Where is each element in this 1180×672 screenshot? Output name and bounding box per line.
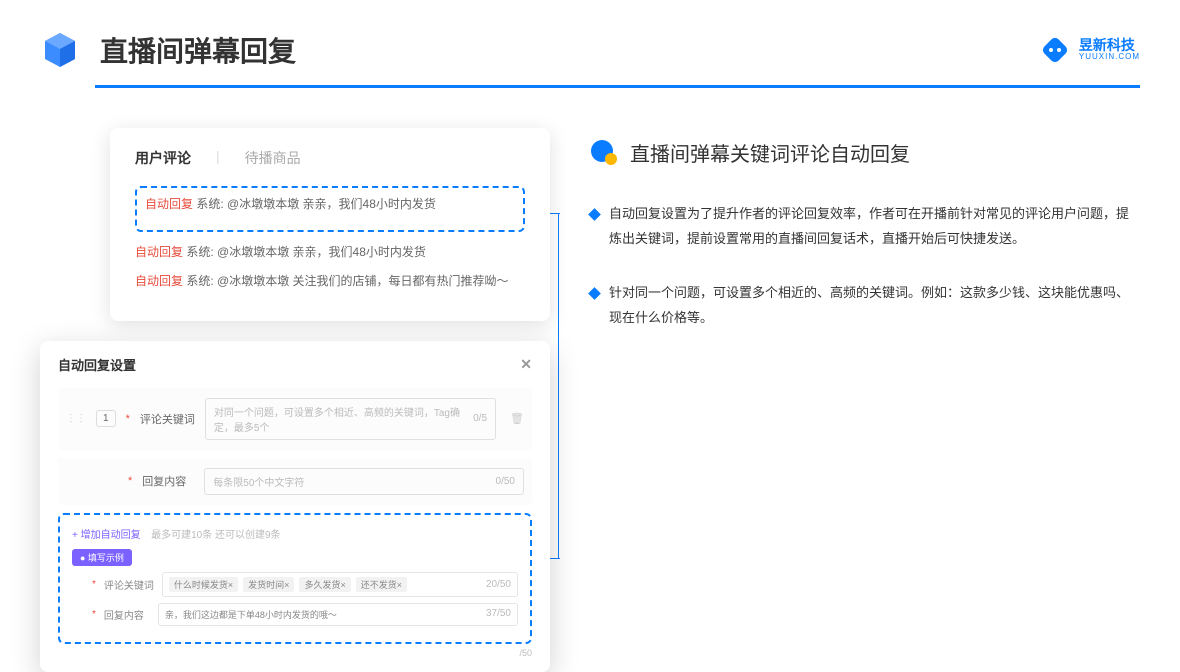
char-count: 20/50	[486, 579, 511, 590]
field-label: 回复内容	[104, 607, 150, 622]
trash-icon[interactable]: 🗑	[510, 412, 524, 425]
logo-cn: 昱新科技	[1079, 38, 1140, 53]
add-reply-link[interactable]: + 增加自动回复	[72, 530, 141, 541]
sub-header: 直播间弹幕关键词评论自动回复	[590, 138, 1140, 167]
tab-products[interactable]: 待播商品	[245, 148, 301, 168]
brand-logo: 昱新科技 YUUXIN.COM	[1039, 34, 1140, 66]
tab-separator: |	[216, 148, 220, 168]
example-row: * 回复内容 亲，我们这边都是下单48小时内发货的哦～ 37/50	[92, 603, 518, 626]
close-icon[interactable]: ✕	[520, 356, 532, 373]
placeholder: 对同一个问题，可设置多个相近、高频的关键词，Tag确定，最多5个	[214, 404, 473, 434]
tag: 什么时候发货×	[169, 577, 238, 592]
bullet-text: 自动回复设置为了提升作者的评论回复效率，作者可在开播前针对常见的评论用户问题，提…	[609, 202, 1140, 251]
settings-header: 自动回复设置 ✕	[58, 355, 532, 374]
logo-en: YUUXIN.COM	[1079, 53, 1140, 62]
add-hint: 最多可建10条 还可以创建9条	[151, 530, 280, 541]
example-badge: ● 填写示例	[72, 549, 132, 566]
example-box: + 增加自动回复 最多可建10条 还可以创建9条 ● 填写示例 * 评论关键词 …	[58, 513, 532, 644]
diamond-icon	[588, 288, 601, 301]
comment-row: 自动回复 系统: @冰墩墩本墩 亲亲，我们48小时内发货	[145, 194, 515, 216]
comment-text: 系统: @冰墩墩本墩 关注我们的店铺，每日都有热门推荐呦～	[186, 274, 508, 288]
diamond-icon	[588, 208, 601, 221]
bullet-item: 自动回复设置为了提升作者的评论回复效率，作者可在开播前针对常见的评论用户问题，提…	[590, 202, 1140, 251]
auto-reply-badge: 自动回复	[135, 274, 183, 288]
comment-row: 自动回复 系统: @冰墩墩本墩 亲亲，我们48小时内发货	[135, 242, 525, 264]
settings-title: 自动回复设置	[58, 355, 136, 374]
comment-panel: 用户评论 | 待播商品 自动回复 系统: @冰墩墩本墩 亲亲，我们48小时内发货…	[110, 128, 550, 321]
comment-row: 自动回复 系统: @冰墩墩本墩 关注我们的店铺，每日都有热门推荐呦～	[135, 271, 525, 293]
char-count: 0/5	[473, 413, 487, 424]
reply-input[interactable]: 每条限50个中文字符 0/50	[204, 468, 524, 495]
comment-text: 系统: @冰墩墩本墩 亲亲，我们48小时内发货	[196, 197, 436, 211]
required-dot: *	[128, 475, 132, 487]
tag: 还不发货×	[356, 577, 407, 592]
page-title: 直播间弹幕回复	[100, 30, 296, 70]
form-row: * 回复内容 每条限50个中文字符 0/50	[58, 458, 532, 505]
left-column: 用户评论 | 待播商品 自动回复 系统: @冰墩墩本墩 亲亲，我们48小时内发货…	[40, 128, 550, 672]
placeholder: 每条限50个中文字符	[213, 474, 304, 489]
bubble-icon	[590, 139, 618, 167]
example-keyword-input: 什么时候发货× 发货时间× 多久发货× 还不发货× 20/50	[162, 572, 518, 597]
page-header: 直播间弹幕回复 昱新科技 YUUXIN.COM	[0, 0, 1180, 70]
tag-list: 什么时候发货× 发货时间× 多久发货× 还不发货×	[169, 577, 407, 592]
field-label: 评论关键词	[140, 411, 195, 427]
bullet-text: 针对同一个问题，可设置多个相近的、高频的关键词。例如：这款多少钱、这块能优惠吗、…	[609, 281, 1140, 330]
field-label: 评论关键词	[104, 577, 154, 592]
auto-reply-badge: 自动回复	[135, 245, 183, 259]
drag-icon[interactable]: ⋮⋮	[66, 413, 86, 424]
connector-line	[558, 213, 559, 558]
example-row: * 评论关键词 什么时候发货× 发货时间× 多久发货× 还不发货× 20/50	[92, 572, 518, 597]
char-count: 37/50	[486, 608, 511, 621]
tabs: 用户评论 | 待播商品	[135, 148, 525, 168]
logo-icon	[1039, 34, 1071, 66]
logo-text: 昱新科技 YUUXIN.COM	[1079, 38, 1140, 62]
header-left: 直播间弹幕回复	[40, 30, 296, 70]
tag: 多久发货×	[299, 577, 350, 592]
required-dot: *	[92, 579, 96, 590]
form-row: ⋮⋮ 1 * 评论关键词 对同一个问题，可设置多个相近、高频的关键词，Tag确定…	[58, 388, 532, 450]
index-box: 1	[96, 410, 116, 427]
tag: 发货时间×	[243, 577, 294, 592]
char-count: 0/50	[496, 476, 515, 487]
example-reply-text: 亲，我们这边都是下单48小时内发货的哦～	[165, 608, 337, 621]
required-dot: *	[126, 413, 130, 425]
sub-title: 直播间弹幕关键词评论自动回复	[630, 138, 910, 167]
cube-icon	[40, 30, 80, 70]
example-reply-input: 亲，我们这边都是下单48小时内发货的哦～ 37/50	[158, 603, 518, 626]
comment-text: 系统: @冰墩墩本墩 亲亲，我们48小时内发货	[186, 245, 426, 259]
keyword-input[interactable]: 对同一个问题，可设置多个相近、高频的关键词，Tag确定，最多5个 0/5	[205, 398, 496, 440]
tab-comments[interactable]: 用户评论	[135, 148, 191, 168]
settings-panel: 自动回复设置 ✕ ⋮⋮ 1 * 评论关键词 对同一个问题，可设置多个相近、高频的…	[40, 341, 550, 672]
comment-highlight-box: 自动回复 系统: @冰墩墩本墩 亲亲，我们48小时内发货	[135, 186, 525, 232]
required-dot: *	[92, 609, 96, 620]
bullet-item: 针对同一个问题，可设置多个相近的、高频的关键词。例如：这款多少钱、这块能优惠吗、…	[590, 281, 1140, 330]
auto-reply-badge: 自动回复	[145, 197, 193, 211]
field-label: 回复内容	[142, 473, 194, 489]
right-column: 直播间弹幕关键词评论自动回复 自动回复设置为了提升作者的评论回复效率，作者可在开…	[590, 128, 1140, 672]
bottom-count: /50	[58, 648, 532, 658]
content: 用户评论 | 待播商品 自动回复 系统: @冰墩墩本墩 亲亲，我们48小时内发货…	[0, 88, 1180, 672]
